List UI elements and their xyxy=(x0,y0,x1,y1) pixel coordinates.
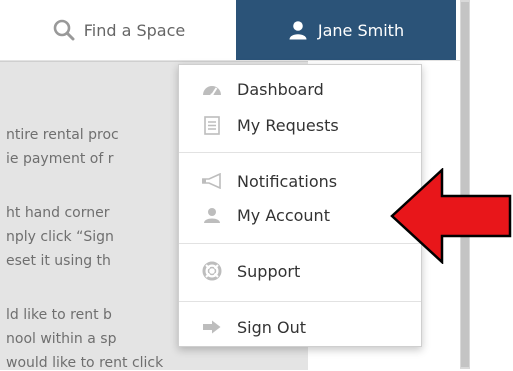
lifebuoy-icon xyxy=(201,261,223,281)
menu-item-label: Dashboard xyxy=(237,79,324,99)
dashboard-icon xyxy=(201,81,223,97)
menu-divider xyxy=(179,152,421,153)
content-line: nply click “Sign xyxy=(6,229,114,245)
user-icon xyxy=(288,20,308,40)
menu-item-label: Support xyxy=(237,261,301,281)
megaphone-icon xyxy=(201,173,223,189)
top-navigation-bar: Find a Space Jane Smith xyxy=(0,0,460,61)
menu-item-sign-out[interactable]: Sign Out xyxy=(179,311,421,343)
menu-item-label: My Account xyxy=(237,205,330,225)
document-icon xyxy=(201,115,223,135)
user-icon xyxy=(201,207,223,223)
sign-out-icon xyxy=(201,320,223,334)
find-a-space-link[interactable]: Find a Space xyxy=(8,0,230,60)
content-line: nool within a sp xyxy=(6,331,117,347)
content-line: eset it using th xyxy=(6,253,111,269)
search-icon xyxy=(53,19,75,41)
menu-item-dashboard[interactable]: Dashboard xyxy=(179,73,421,105)
menu-item-label: Notifications xyxy=(237,171,338,191)
content-line: ie payment of r xyxy=(6,151,114,167)
menu-divider xyxy=(179,243,421,244)
content-line: ht hand corner xyxy=(6,205,110,221)
menu-divider xyxy=(179,301,421,302)
red-annotation-arrow xyxy=(390,168,512,264)
content-line: ntire rental proc xyxy=(6,127,119,143)
menu-item-notifications[interactable]: Notifications xyxy=(179,165,421,197)
user-dropdown-menu: Dashboard My Requests Notifications My A… xyxy=(178,64,422,347)
find-a-space-label: Find a Space xyxy=(83,20,186,40)
menu-item-support[interactable]: Support xyxy=(179,255,421,287)
menu-item-label: Sign Out xyxy=(237,317,306,337)
content-line: ld like to rent b xyxy=(6,307,112,323)
menu-item-my-account[interactable]: My Account xyxy=(179,199,421,231)
menu-item-my-requests[interactable]: My Requests xyxy=(179,109,421,141)
user-menu-button[interactable]: Jane Smith xyxy=(236,0,456,60)
menu-item-label: My Requests xyxy=(237,115,339,135)
user-name-label: Jane Smith xyxy=(317,20,405,40)
